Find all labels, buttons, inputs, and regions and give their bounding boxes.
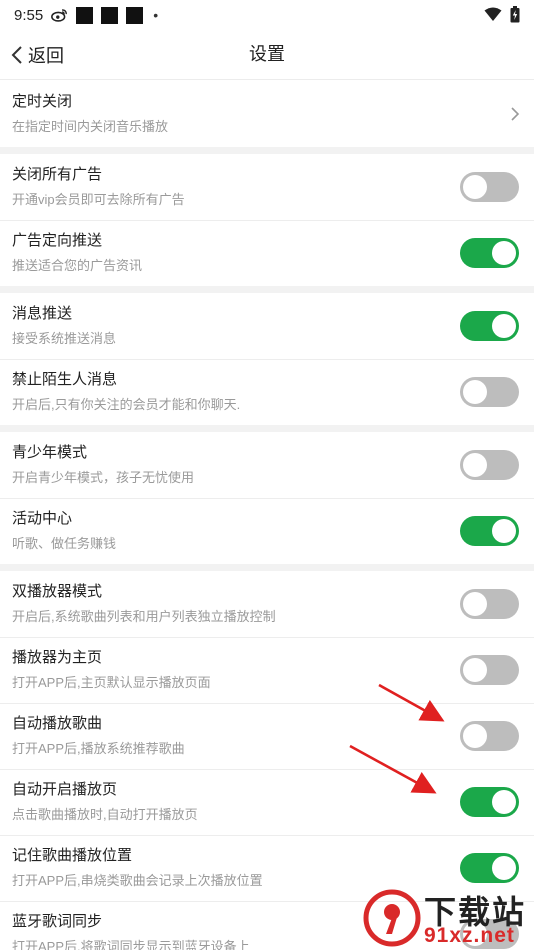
setting-description: 开启青少年模式，孩子无忧使用 [12,470,195,485]
setting-description: 点击歌曲播放时,自动打开播放页 [12,807,198,822]
header: 返回 设置 [0,30,534,80]
notification-icon [126,6,144,24]
back-label: 返回 [28,46,64,66]
setting-label: 广告定向推送 [12,232,103,249]
section-divider [0,425,534,432]
watermark-logo-icon [363,889,421,947]
setting-description: 听歌、做任务赚钱 [12,536,117,551]
toggle-knob [463,453,487,477]
toggle-switch[interactable] [460,787,519,817]
page-title: 设置 [249,44,285,64]
more-notifications-dot-icon: • [153,7,159,23]
setting-label: 定时关闭 [12,93,73,110]
setting-description: 开启后,只有你关注的会员才能和你聊天. [12,397,241,412]
setting-description: 在指定时间内关闭音乐播放 [12,119,169,134]
toggle-switch[interactable] [460,853,519,883]
battery-charging-icon [510,6,520,23]
settings-row[interactable]: 定时关闭在指定时间内关闭音乐播放 [0,81,534,147]
toggle-switch[interactable] [460,721,519,751]
setting-description: 推送适合您的广告资讯 [12,258,143,273]
setting-description: 开启后,系统歌曲列表和用户列表独立播放控制 [12,609,276,624]
toggle-switch[interactable] [460,377,519,407]
setting-label: 双播放器模式 [12,583,103,600]
setting-description: 打开APP后,主页默认显示播放页面 [12,675,211,690]
toggle-switch[interactable] [460,450,519,480]
settings-row: 自动开启播放页点击歌曲播放时,自动打开播放页 [0,769,534,835]
settings-list: 定时关闭 在指定时间内关闭音乐播放 关闭所有广告 开通vip会员即可去除所有广告 广告定… [0,81,534,950]
setting-label: 禁止陌生人消息 [12,371,118,388]
settings-row: 关闭所有广告开通vip会员即可去除所有广告 [0,154,534,220]
toggle-knob [463,380,487,404]
toggle-switch[interactable] [460,589,519,619]
wifi-icon [484,7,502,21]
watermark: 下载站 91xz.net [362,886,532,950]
notification-icon [76,6,94,24]
status-right [484,6,520,23]
settings-row: 消息推送接受系统推送消息 [0,293,534,359]
setting-description: 打开APP后,串烧类歌曲会记录上次播放位置 [12,873,263,888]
setting-label: 自动播放歌曲 [12,715,103,732]
setting-label: 播放器为主页 [12,649,103,666]
toggle-knob [463,592,487,616]
setting-description: 接受系统推送消息 [12,331,117,346]
chevron-right-icon [511,107,520,121]
weibo-icon [51,9,68,22]
settings-row: 双播放器模式开启后,系统歌曲列表和用户列表独立播放控制 [0,571,534,637]
setting-label: 青少年模式 [12,444,88,461]
toggle-knob [492,856,516,880]
setting-label: 消息推送 [12,305,73,322]
section-divider [0,147,534,154]
setting-description: 打开APP后,播放系统推荐歌曲 [12,741,185,756]
setting-description: 打开APP后,将歌词同步显示到蓝牙设备上 [12,939,250,950]
toggle-knob [492,314,516,338]
toggle-switch[interactable] [460,172,519,202]
setting-label: 关闭所有广告 [12,166,103,183]
notification-icon [101,6,119,24]
settings-row: 广告定向推送推送适合您的广告资讯 [0,220,534,286]
toggle-knob [463,175,487,199]
setting-label: 自动开启播放页 [12,781,118,798]
settings-row: 播放器为主页打开APP后,主页默认显示播放页面 [0,637,534,703]
status-time: 9:55 [14,6,44,24]
settings-row: 自动播放歌曲打开APP后,播放系统推荐歌曲 [0,703,534,769]
setting-label: 记住歌曲播放位置 [12,847,133,864]
settings-row: 活动中心听歌、做任务赚钱 [0,498,534,564]
setting-description: 开通vip会员即可去除所有广告 [12,192,185,207]
setting-label: 活动中心 [12,510,73,527]
watermark-sub: 91xz.net [424,924,515,947]
settings-row: 禁止陌生人消息开启后,只有你关注的会员才能和你聊天. [0,359,534,425]
toggle-switch[interactable] [460,238,519,268]
toggle-switch[interactable] [460,655,519,685]
toggle-knob [463,724,487,748]
toggle-knob [463,658,487,682]
back-button[interactable]: 返回 [10,30,64,80]
settings-row: 青少年模式开启青少年模式，孩子无忧使用 [0,432,534,498]
toggle-switch[interactable] [460,311,519,341]
toggle-knob [492,241,516,265]
section-divider [0,564,534,571]
toggle-knob [492,790,516,814]
back-chevron-icon [11,46,22,64]
toggle-switch[interactable] [460,516,519,546]
setting-label: 蓝牙歌词同步 [12,913,103,930]
section-divider [0,286,534,293]
toggle-knob [492,519,516,543]
status-bar: 9:55 • [0,0,534,30]
